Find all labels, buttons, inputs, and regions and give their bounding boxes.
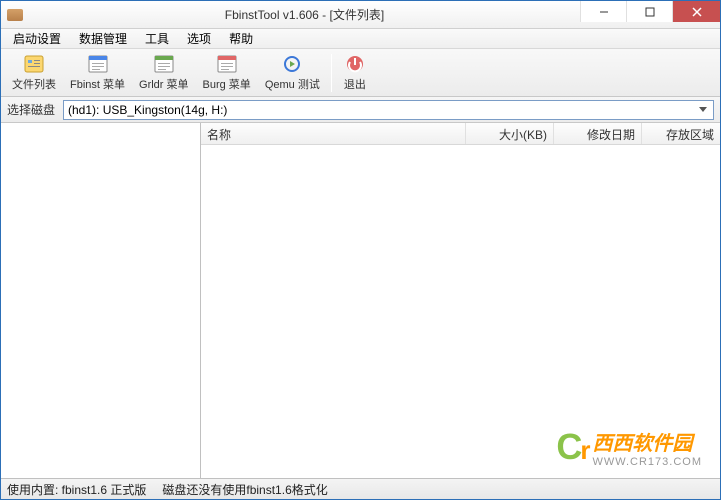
app-window: FbinstTool v1.606 - [文件列表] 启动设置 数据管理 工具 …: [0, 0, 721, 500]
statusbar: 使用内置: fbinst1.6 正式版 磁盘还没有使用fbinst1.6格式化: [1, 479, 720, 499]
watermark-url: WWW.CR173.COM: [592, 456, 702, 468]
watermark: Cr 西西软件园 WWW.CR173.COM: [556, 426, 702, 468]
disk-label: 选择磁盘: [7, 101, 55, 118]
close-icon: [692, 7, 702, 17]
grldr-menu-button[interactable]: Grldr 菜单: [132, 50, 196, 95]
watermark-logo: Cr: [556, 426, 588, 468]
list-pane: 名称 大小(KB) 修改日期 存放区域 Cr 西西软件园 WWW.CR173.C…: [201, 123, 720, 478]
watermark-text: 西西软件园: [592, 427, 702, 456]
burg-menu-button[interactable]: Burg 菜单: [196, 50, 258, 95]
menu-help[interactable]: 帮助: [221, 28, 261, 49]
exit-button[interactable]: 退出: [336, 50, 374, 95]
minimize-button[interactable]: [580, 1, 626, 22]
toolbar-separator: [331, 54, 332, 92]
minimize-icon: [599, 7, 609, 17]
menu-data-manage[interactable]: 数据管理: [71, 28, 135, 49]
window-controls: [580, 1, 720, 22]
maximize-icon: [645, 7, 655, 17]
exit-icon: [343, 53, 367, 75]
qemu-test-button[interactable]: Qemu 测试: [258, 50, 327, 95]
toolbar: 文件列表 Fbinst 菜单 Grldr 菜单 Burg 菜单 Qemu 测试: [1, 49, 720, 97]
fbinst-menu-button[interactable]: Fbinst 菜单: [63, 50, 132, 95]
fbinst-menu-icon: [86, 53, 110, 75]
column-area[interactable]: 存放区域: [642, 123, 720, 144]
column-date[interactable]: 修改日期: [554, 123, 642, 144]
menu-boot-settings[interactable]: 启动设置: [5, 28, 69, 49]
menu-options[interactable]: 选项: [179, 28, 219, 49]
disk-select-value: (hd1): USB_Kingston(14g, H:): [68, 103, 227, 117]
maximize-button[interactable]: [626, 1, 672, 22]
file-list-icon: [22, 53, 46, 75]
burg-menu-icon: [215, 53, 239, 75]
file-list-button[interactable]: 文件列表: [5, 50, 63, 95]
close-button[interactable]: [672, 1, 720, 22]
dropdown-arrow-icon: [695, 101, 711, 119]
status-message: 磁盘还没有使用fbinst1.6格式化: [162, 481, 327, 498]
disk-selection-row: 选择磁盘 (hd1): USB_Kingston(14g, H:): [1, 97, 720, 123]
tree-pane[interactable]: [1, 123, 201, 478]
column-name[interactable]: 名称: [201, 123, 466, 144]
column-size[interactable]: 大小(KB): [466, 123, 554, 144]
app-icon: [7, 9, 23, 21]
content-area: 名称 大小(KB) 修改日期 存放区域 Cr 西西软件园 WWW.CR173.C…: [1, 123, 720, 479]
window-title: FbinstTool v1.606 - [文件列表]: [29, 6, 580, 23]
menu-tools[interactable]: 工具: [137, 28, 177, 49]
menubar: 启动设置 数据管理 工具 选项 帮助: [1, 29, 720, 49]
list-header: 名称 大小(KB) 修改日期 存放区域: [201, 123, 720, 145]
titlebar: FbinstTool v1.606 - [文件列表]: [1, 1, 720, 29]
status-kernel: 使用内置: fbinst1.6 正式版: [7, 481, 146, 498]
grldr-menu-icon: [152, 53, 176, 75]
list-body[interactable]: Cr 西西软件园 WWW.CR173.COM: [201, 145, 720, 478]
disk-select[interactable]: (hd1): USB_Kingston(14g, H:): [63, 100, 714, 120]
qemu-test-icon: [280, 53, 304, 75]
